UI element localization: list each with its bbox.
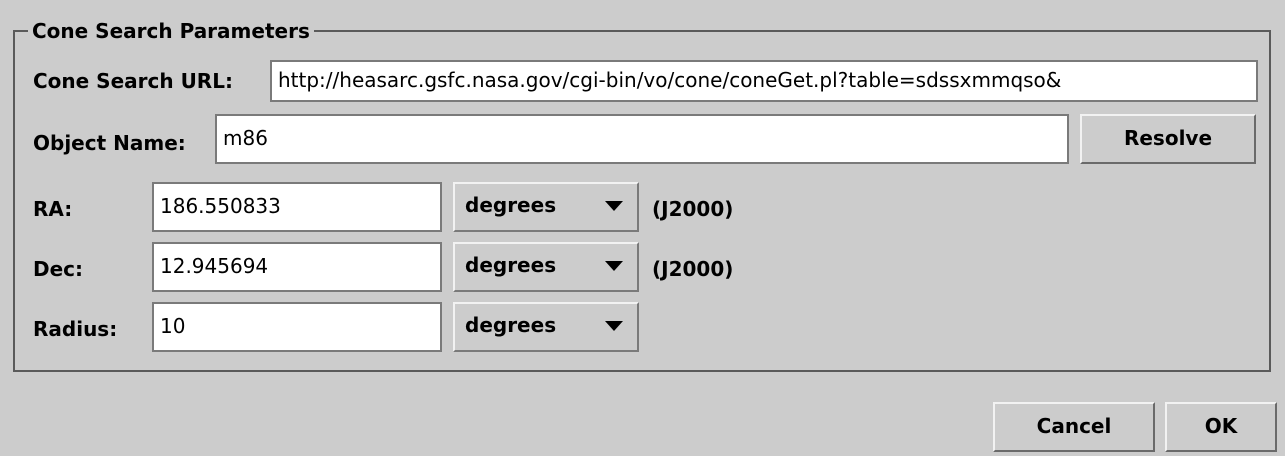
panel-title: Cone Search Parameters xyxy=(28,18,314,44)
chevron-down-icon xyxy=(605,261,623,271)
cancel-button[interactable]: Cancel xyxy=(993,402,1155,452)
dec-units-value: degrees xyxy=(465,253,557,277)
chevron-down-icon xyxy=(605,321,623,331)
radius-field[interactable]: 10 xyxy=(152,302,442,352)
resolve-button[interactable]: Resolve xyxy=(1080,114,1256,164)
chevron-down-icon xyxy=(605,201,623,211)
object-name-label: Object Name: xyxy=(33,131,186,155)
ra-epoch-label: (J2000) xyxy=(652,197,734,221)
ok-button[interactable]: OK xyxy=(1165,402,1277,452)
dec-field[interactable]: 12.945694 xyxy=(152,242,442,292)
radius-units-value: degrees xyxy=(465,313,557,337)
ra-units-select[interactable]: degrees xyxy=(453,182,639,232)
radius-label: Radius: xyxy=(33,317,118,341)
radius-units-select[interactable]: degrees xyxy=(453,302,639,352)
ra-label: RA: xyxy=(33,197,73,221)
cone-search-dialog: Cone Search Parameters Cone Search URL: … xyxy=(0,0,1285,456)
ra-units-value: degrees xyxy=(465,193,557,217)
dec-units-select[interactable]: degrees xyxy=(453,242,639,292)
cone-search-url-field[interactable]: http://heasarc.gsfc.nasa.gov/cgi-bin/vo/… xyxy=(270,60,1258,102)
dec-epoch-label: (J2000) xyxy=(652,257,734,281)
ra-field[interactable]: 186.550833 xyxy=(152,182,442,232)
cone-search-url-label: Cone Search URL: xyxy=(33,69,233,93)
object-name-field[interactable]: m86 xyxy=(215,114,1069,164)
dec-label: Dec: xyxy=(33,257,84,281)
